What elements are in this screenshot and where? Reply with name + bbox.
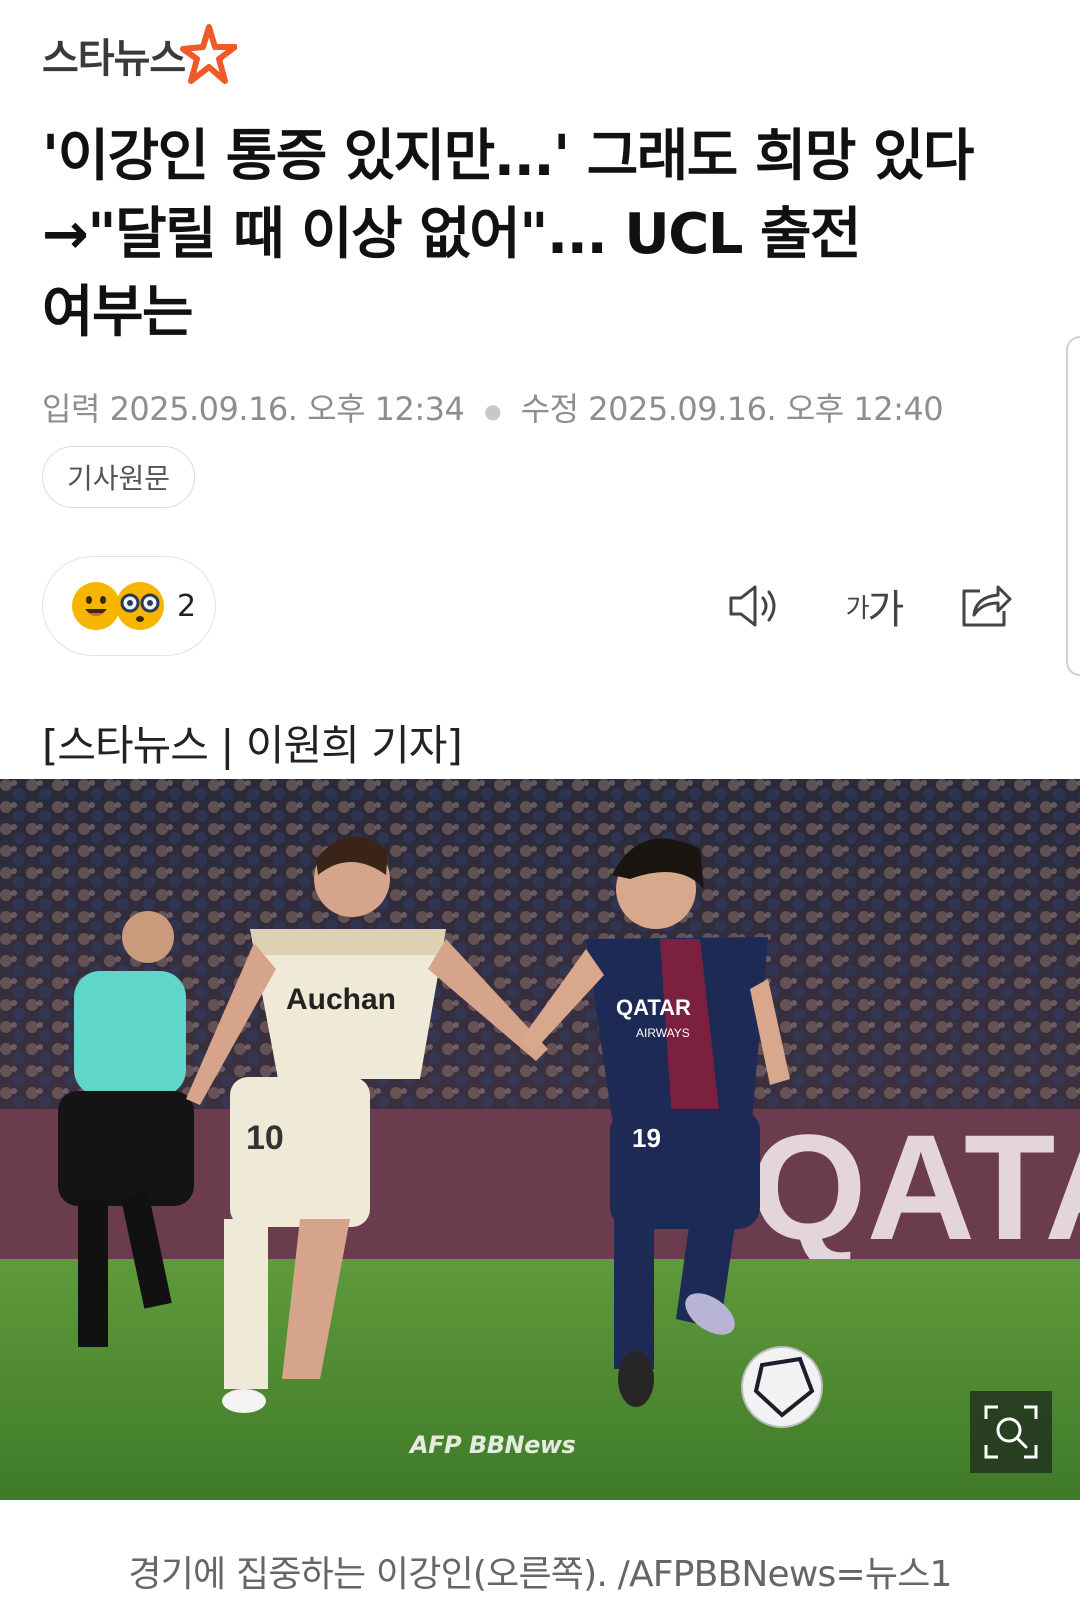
match-photo-illustration: QATAR Auchan 10 — [0, 779, 1080, 1500]
share-icon — [962, 585, 1012, 627]
share-button[interactable] — [956, 580, 1014, 632]
article-title: '이강인 통증 있지만...' 그래도 희망 있다 →"달릴 때 이상 없어".… — [42, 124, 974, 345]
original-article-button[interactable]: 기사원문 — [42, 446, 196, 508]
modified-date: 2025.09.16. 오후 12:40 — [588, 390, 944, 428]
photo-watermark: AFP BBNews — [410, 1431, 576, 1459]
svg-text:19: 19 — [632, 1123, 661, 1153]
font-size-button[interactable]: 가가 — [838, 580, 910, 633]
font-small-label: 가 — [845, 593, 870, 624]
published-date: 2025.09.16. 오후 12:34 — [109, 390, 465, 428]
font-large-label: 가 — [867, 587, 905, 633]
speaker-icon — [729, 585, 776, 627]
qatar-board-text: QATAR — [750, 1103, 1080, 1271]
article-byline: [스타뉴스 | 이원희 기자] — [42, 721, 463, 770]
article-dates: 입력 2025.09.16. 오후 12:34 ● 수정 2025.09.16.… — [42, 384, 944, 430]
svg-text:AIRWAYS: AIRWAYS — [636, 1026, 690, 1040]
surprised-emoji-icon — [116, 582, 164, 630]
published-label: 입력 — [42, 390, 100, 428]
side-scroll-tab[interactable] — [1066, 336, 1080, 676]
article-photo[interactable]: QATAR Auchan 10 — [0, 779, 1080, 1500]
logo-star-icon — [180, 24, 238, 84]
soccer-ball — [741, 1346, 823, 1428]
photo-caption: 경기에 집중하는 이강인(오른쪽). /AFPBBNews=뉴스1 — [128, 1554, 952, 1595]
logo-text: 스타뉴스 — [42, 36, 186, 82]
zoom-search-icon — [984, 1405, 1038, 1459]
site-logo[interactable]: 스타뉴스 — [42, 22, 238, 88]
photo-zoom-button[interactable] — [970, 1391, 1052, 1473]
text-to-speech-button[interactable] — [726, 580, 784, 632]
svg-text:QATAR: QATAR — [616, 995, 691, 1020]
separator-dot: ● — [484, 399, 502, 423]
smile-emoji-icon — [72, 582, 120, 630]
reaction-button[interactable]: 2 — [42, 556, 216, 656]
reaction-count: 2 — [177, 588, 197, 624]
modified-label: 수정 — [520, 390, 579, 428]
svg-text:10: 10 — [246, 1119, 284, 1157]
svg-text:Auchan: Auchan — [286, 983, 396, 1016]
